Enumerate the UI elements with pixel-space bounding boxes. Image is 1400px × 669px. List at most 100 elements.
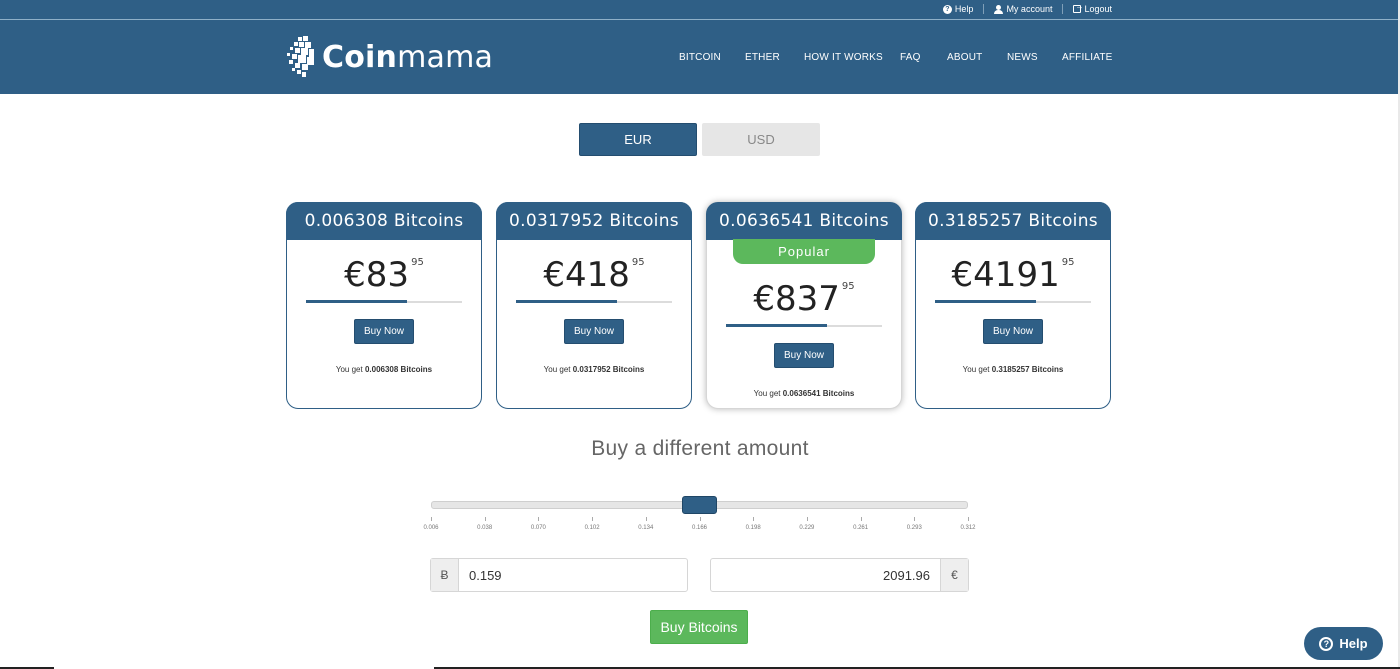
- help-link-label: Help: [954, 4, 974, 14]
- slider-tick-label: 0.293: [906, 525, 922, 531]
- divider: [1062, 4, 1064, 14]
- logout-icon: [1073, 2, 1083, 13]
- you-get-text: You get 0.006308 Bitcoins: [287, 365, 481, 374]
- card-price: €418 95: [497, 255, 691, 295]
- popular-badge: Popular: [733, 239, 875, 264]
- slider-tick: [860, 517, 862, 521]
- slider-tick: [699, 517, 701, 521]
- card-progress-bar: [306, 300, 462, 303]
- eur-amount-group: €: [710, 558, 969, 592]
- euro-symbol-icon: €: [940, 559, 968, 591]
- help-question-icon: ?: [1319, 636, 1334, 651]
- buy-bitcoins-button[interactable]: Buy Bitcoins: [650, 610, 748, 644]
- nav-faq[interactable]: FAQ: [900, 52, 921, 63]
- card-price: €4191 95: [916, 255, 1110, 295]
- help-chat-widget[interactable]: ? Help: [1304, 627, 1383, 660]
- logout-link[interactable]: Logout: [1073, 2, 1112, 14]
- custom-amount-heading: Buy a different amount: [591, 437, 809, 460]
- you-get-amount: 0.0636541 Bitcoins: [782, 389, 855, 398]
- you-get-prefix: You get: [962, 365, 990, 374]
- nav-news[interactable]: NEWS: [1007, 52, 1038, 63]
- slider-tick: [806, 517, 808, 521]
- slider-tick-label: 0.006: [423, 525, 439, 531]
- buy-now-button[interactable]: Buy Now: [564, 319, 624, 344]
- card-title: 0.0636541 Bitcoins: [706, 202, 902, 240]
- amount-slider-handle[interactable]: [681, 496, 717, 514]
- slider-tick-label: 0.312: [960, 525, 976, 531]
- package-card-4: 0.3185257 Bitcoins €4191 95 Buy Now You g…: [915, 202, 1111, 409]
- btc-amount-group: Ƀ: [430, 558, 688, 592]
- buy-now-button[interactable]: Buy Now: [983, 319, 1043, 344]
- you-get-amount: 0.0317952 Bitcoins: [572, 365, 645, 374]
- slider-tick-label: 0.038: [477, 525, 493, 531]
- my-account-label: My account: [1006, 4, 1053, 14]
- slider-tick-label: 0.261: [853, 525, 869, 531]
- you-get-text: You get 0.0636541 Bitcoins: [707, 389, 901, 398]
- card-price: €83 95: [287, 255, 481, 295]
- eur-amount-input[interactable]: [711, 559, 940, 591]
- card-title: 0.3185257 Bitcoins: [915, 202, 1111, 240]
- price-cents: 95: [411, 257, 424, 268]
- price-cents: 95: [1061, 257, 1075, 268]
- nav-how-it-works[interactable]: HOW IT WORKS: [804, 52, 883, 63]
- card-title: 0.006308 Bitcoins: [286, 202, 482, 240]
- slider-tick: [645, 517, 647, 521]
- you-get-prefix: You get: [753, 389, 781, 398]
- slider-tick: [753, 517, 755, 521]
- help-link[interactable]: ? Help: [942, 4, 974, 14]
- main-nav: BITCOIN ETHER HOW IT WORKS FAQ ABOUT NEW…: [0, 52, 1398, 66]
- card-title: 0.0317952 Bitcoins: [496, 202, 692, 240]
- card-progress-fill: [306, 300, 408, 303]
- you-get-text: You get 0.0317952 Bitcoins: [497, 365, 691, 374]
- slider-tick-label: 0.166: [691, 525, 707, 531]
- slider-tick-label: 0.102: [584, 525, 600, 531]
- buy-now-button[interactable]: Buy Now: [354, 319, 414, 344]
- card-progress-fill: [935, 300, 1037, 303]
- logout-label: Logout: [1084, 4, 1112, 14]
- nav-ether[interactable]: ETHER: [745, 52, 780, 63]
- question-circle-icon: ?: [942, 4, 952, 14]
- you-get-prefix: You get: [543, 365, 571, 374]
- you-get-text: You get 0.3185257 Bitcoins: [916, 365, 1110, 374]
- card-progress-bar: [726, 324, 882, 327]
- card-progress-bar: [935, 300, 1091, 303]
- currency-usd-button[interactable]: USD: [702, 123, 820, 156]
- buy-now-button[interactable]: Buy Now: [774, 343, 834, 368]
- card-progress-fill: [726, 324, 828, 327]
- price-main: €837: [753, 279, 840, 319]
- slider-tick: [431, 517, 432, 521]
- price-main: €83: [344, 255, 410, 295]
- you-get-amount: 0.006308 Bitcoins: [364, 365, 433, 374]
- package-card-1: 0.006308 Bitcoins €83 95 Buy Now You get …: [286, 202, 482, 409]
- price-main: €418: [543, 255, 630, 295]
- nav-affiliate[interactable]: AFFILIATE: [1062, 52, 1113, 63]
- my-account-link[interactable]: My account: [994, 4, 1052, 14]
- slider-tick-label: 0.134: [638, 525, 654, 531]
- price-cents: 95: [631, 257, 645, 268]
- top-utility-bar: ? Help My account Logout: [0, 0, 1398, 20]
- help-widget-label: Help: [1339, 636, 1368, 651]
- package-card-2: 0.0317952 Bitcoins €418 95 Buy Now You ge…: [496, 202, 692, 409]
- slider-tick-label: 0.229: [799, 525, 815, 531]
- you-get-prefix: You get: [335, 365, 363, 374]
- bitcoin-symbol-icon: Ƀ: [431, 559, 459, 591]
- nav-about[interactable]: ABOUT: [947, 52, 982, 63]
- price-main: €4191: [951, 255, 1060, 295]
- package-card-3-popular: 0.0636541 Bitcoins Popular €837 95 Buy No…: [706, 202, 902, 409]
- card-price: €837 95: [707, 279, 901, 319]
- slider-tick: [914, 517, 916, 521]
- divider: [983, 4, 985, 14]
- currency-eur-button[interactable]: EUR: [579, 123, 697, 156]
- user-icon: [994, 4, 1004, 14]
- card-progress-bar: [516, 300, 672, 303]
- you-get-amount: 0.3185257 Bitcoins: [991, 365, 1064, 374]
- slider-tick: [484, 517, 486, 521]
- utility-links: ? Help My account Logout: [942, 2, 1112, 14]
- slider-tick-label: 0.198: [745, 525, 761, 531]
- btc-amount-input[interactable]: [459, 559, 687, 591]
- slider-tick-label: 0.070: [530, 525, 546, 531]
- card-progress-fill: [516, 300, 618, 303]
- site-header: ? Help My account Logout: [0, 0, 1398, 94]
- nav-bitcoin[interactable]: BITCOIN: [679, 52, 721, 63]
- slider-tick: [538, 517, 540, 521]
